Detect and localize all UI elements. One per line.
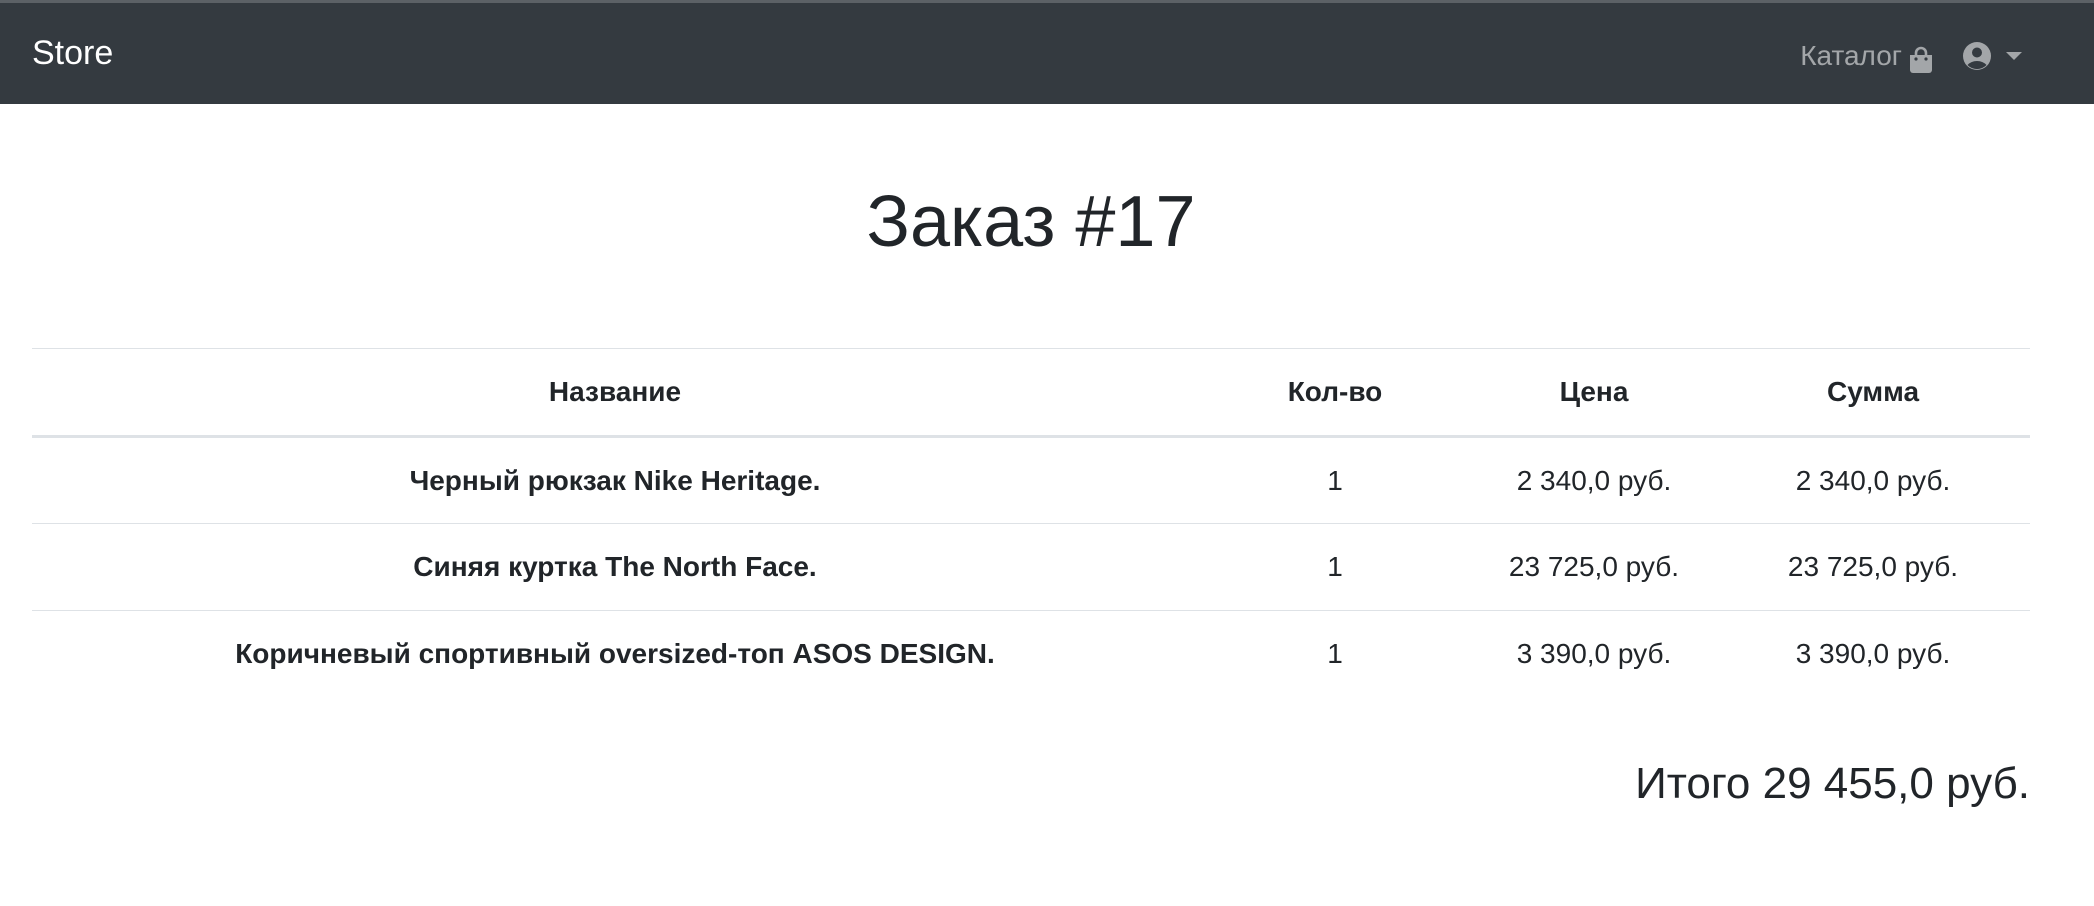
user-circle-icon xyxy=(1962,41,1992,71)
column-header-name: Название xyxy=(32,348,1198,438)
sum-cell: 2 340,0 руб. xyxy=(1795,464,1951,496)
order-total: Итого 29 455,0 руб. xyxy=(1635,759,2030,808)
caret-down-icon xyxy=(2006,52,2022,60)
brand-link[interactable]: Store xyxy=(32,30,113,76)
product-name-cell: Синяя куртка The North Face. xyxy=(32,523,1198,611)
table-row: Коричневый спортивный oversized-топ ASOS… xyxy=(32,610,2030,698)
navbar-right-group: Каталог xyxy=(1800,33,2022,79)
column-header-qty: Кол-во xyxy=(1198,348,1472,438)
user-menu-dropdown[interactable] xyxy=(1962,41,2022,71)
sum-cell: 23 725,0 руб. xyxy=(1716,523,2030,611)
price-cell: 2 340,0 руб. xyxy=(1516,464,1672,496)
product-name-cell: Черный рюкзак Nike Heritage. xyxy=(409,464,821,496)
product-name-cell: Коричневый спортивный oversized-топ ASOS… xyxy=(32,610,1198,698)
quantity-cell: 1 xyxy=(1327,464,1343,496)
catalog-link-label: Каталог xyxy=(1800,40,1902,71)
price-cell: 23 725,0 руб. xyxy=(1472,523,1716,611)
table-row: Черный рюкзак Nike Heritage. 1 2 340,0 р… xyxy=(32,437,2030,524)
quantity-cell: 1 xyxy=(1198,610,1472,698)
quantity-cell: 1 xyxy=(1198,523,1472,611)
catalog-link[interactable]: Каталог xyxy=(1800,33,1934,79)
page-title: Заказ #17 xyxy=(866,182,1196,262)
column-header-sum: Сумма xyxy=(1716,348,2030,438)
price-cell: 3 390,0 руб. xyxy=(1472,610,1716,698)
order-table: Название Кол-во Цена Сумма Черный рюкзак… xyxy=(32,348,2030,698)
top-navbar: Store Каталог xyxy=(0,0,2094,104)
table-row: Синяя куртка The North Face. 1 23 725,0 … xyxy=(32,523,2030,611)
table-header-row: Название Кол-во Цена Сумма xyxy=(32,348,2030,438)
sum-cell: 3 390,0 руб. xyxy=(1716,610,2030,698)
shopping-bag-icon xyxy=(1908,42,1934,73)
column-header-price: Цена xyxy=(1472,348,1716,438)
